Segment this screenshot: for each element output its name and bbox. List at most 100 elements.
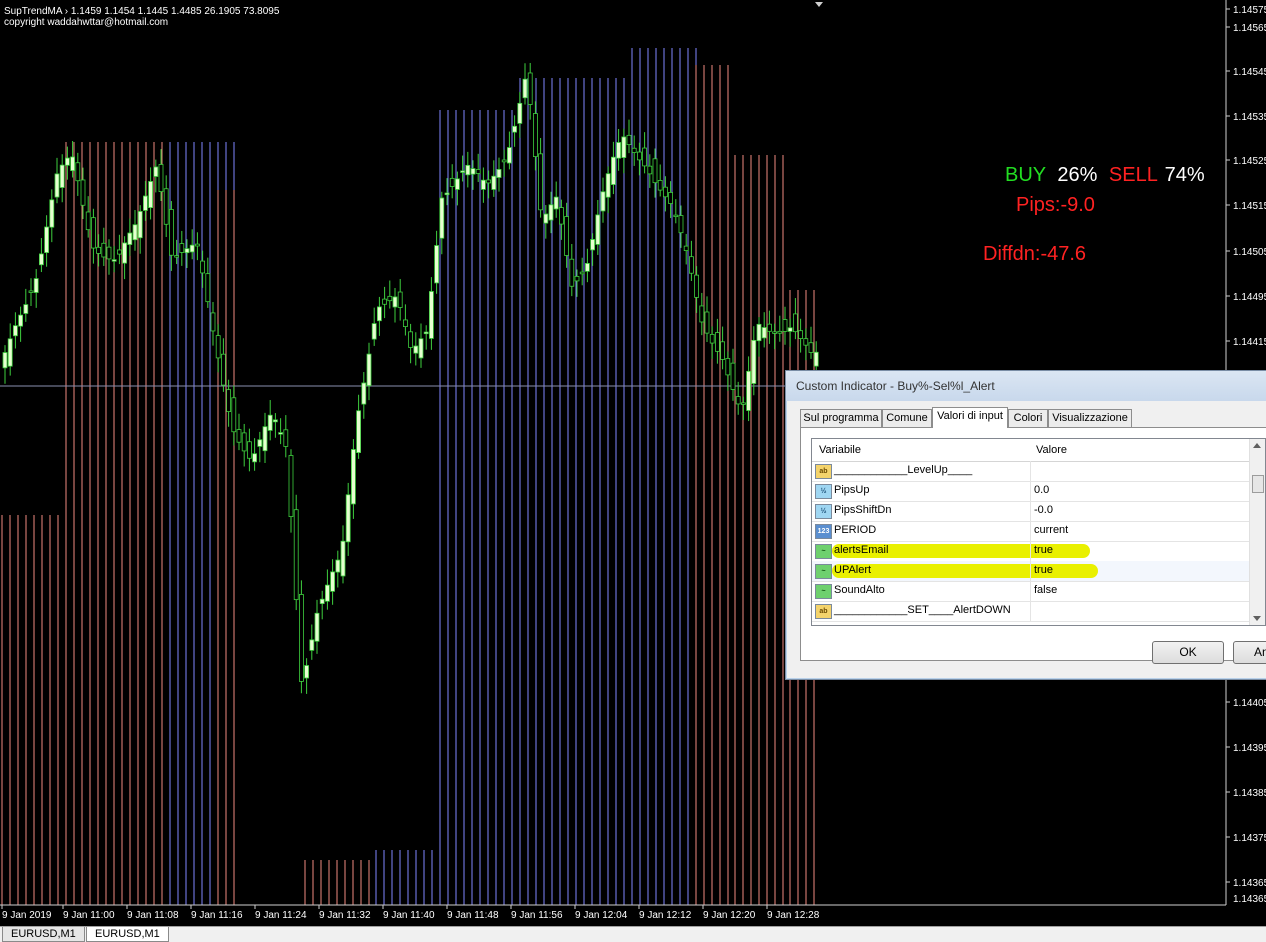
candle-body bbox=[694, 274, 699, 298]
parameter-name: ____________SET____AlertDOWN bbox=[834, 604, 1011, 616]
candle-body bbox=[28, 290, 34, 293]
parameter-row[interactable]: ½ PipsUp 0.0 bbox=[812, 481, 1249, 502]
column-separator bbox=[1030, 461, 1031, 481]
parameter-value[interactable]: current bbox=[1034, 524, 1068, 536]
candle-body bbox=[262, 426, 268, 452]
parameter-value[interactable]: true bbox=[1034, 544, 1053, 556]
parameter-row[interactable]: 123 PERIOD current bbox=[812, 521, 1249, 542]
candle-body bbox=[512, 125, 517, 133]
chart-tab-2[interactable]: EURUSD,M1 bbox=[86, 927, 169, 942]
tab-comune[interactable]: Comune bbox=[882, 409, 932, 427]
candle-body bbox=[75, 162, 81, 182]
candle-body bbox=[184, 248, 190, 254]
tab-sul-programma[interactable]: Sul programma bbox=[800, 409, 882, 427]
candle-body bbox=[122, 242, 127, 264]
candle-body bbox=[605, 173, 611, 198]
candle-body bbox=[574, 276, 580, 282]
parameter-value[interactable]: 0.0 bbox=[1034, 484, 1049, 496]
candle-body bbox=[158, 164, 164, 192]
parameter-row[interactable]: ab ____________SET____AlertDOWN bbox=[812, 601, 1249, 622]
parameter-value[interactable]: -0.0 bbox=[1034, 504, 1053, 516]
tab-valori-di-input[interactable]: Valori di input bbox=[932, 407, 1008, 428]
parameter-row[interactable]: ab ____________LevelUp____ bbox=[812, 461, 1249, 482]
time-axis-label: 9 Jan 11:40 bbox=[383, 910, 435, 921]
grid-scrollbar[interactable] bbox=[1249, 439, 1265, 625]
candle-body bbox=[168, 209, 174, 256]
candle-body bbox=[402, 319, 408, 328]
candle-body bbox=[272, 419, 278, 423]
candle-body bbox=[720, 341, 725, 360]
parameter-row[interactable]: ~ SoundAlto false bbox=[812, 581, 1249, 602]
price-axis-label: 1.14535 bbox=[1233, 112, 1266, 123]
scroll-up-arrow-icon[interactable] bbox=[1253, 443, 1261, 448]
candle-body bbox=[142, 195, 148, 211]
candle-body bbox=[70, 156, 75, 172]
candle-body bbox=[397, 291, 403, 308]
candle-body bbox=[746, 370, 751, 411]
candle-body bbox=[808, 342, 814, 353]
candle-body bbox=[257, 439, 263, 447]
parameters-grid[interactable]: Variabile Valore ab ____________LevelUp__… bbox=[811, 438, 1266, 626]
candle-body bbox=[449, 177, 455, 187]
sell-value: 74% bbox=[1164, 164, 1205, 186]
candle-body bbox=[18, 314, 24, 327]
parameter-row[interactable]: ~ alertsEmail true bbox=[812, 541, 1249, 562]
candle-body bbox=[611, 156, 616, 185]
candle-body bbox=[7, 338, 13, 367]
candle-body bbox=[12, 325, 18, 337]
chart-tab-1[interactable]: EURUSD,M1 bbox=[2, 927, 85, 942]
shift-marker-icon[interactable] bbox=[815, 2, 823, 7]
candle-body bbox=[278, 432, 284, 435]
candle-body bbox=[683, 245, 689, 251]
parameter-row[interactable]: ½ PipsShiftDn -0.0 bbox=[812, 501, 1249, 522]
tab-visualizzazione[interactable]: Visualizzazione bbox=[1048, 409, 1132, 427]
candle-body bbox=[663, 186, 668, 198]
parameter-name: ____________LevelUp____ bbox=[834, 464, 973, 476]
string-type-icon: ab bbox=[815, 464, 832, 479]
candle-body bbox=[548, 204, 554, 221]
custom-indicator-dialog[interactable]: Custom Indicator - Buy%-Sel%l_Alert Sul … bbox=[785, 370, 1266, 680]
parameter-name: PERIOD bbox=[834, 524, 877, 536]
candle-body bbox=[65, 157, 70, 166]
candle-body bbox=[137, 211, 143, 239]
price-axis-label: 1.14565 bbox=[1233, 23, 1266, 34]
parameter-value[interactable]: true bbox=[1034, 564, 1053, 576]
candle-body bbox=[756, 323, 762, 342]
candle-body bbox=[304, 665, 310, 679]
candle-body bbox=[475, 169, 481, 174]
candle-body bbox=[486, 179, 492, 184]
parameter-value[interactable]: false bbox=[1034, 584, 1057, 596]
candle-body bbox=[288, 455, 294, 518]
time-axis-label: 9 Jan 11:08 bbox=[127, 910, 179, 921]
column-separator bbox=[1030, 501, 1031, 521]
candle-body bbox=[179, 243, 185, 253]
sell-label: SELL bbox=[1108, 164, 1158, 186]
candle-body bbox=[480, 179, 486, 190]
candle-body bbox=[319, 598, 325, 605]
candle-body bbox=[777, 330, 783, 334]
candle-body bbox=[215, 335, 221, 359]
candle-body bbox=[23, 304, 29, 314]
scroll-down-arrow-icon[interactable] bbox=[1253, 616, 1261, 621]
candle-body bbox=[642, 147, 647, 167]
candle-body bbox=[517, 102, 523, 124]
parameter-name: PipsShiftDn bbox=[834, 504, 892, 516]
candle-body bbox=[621, 136, 627, 158]
column-value: Valore bbox=[1036, 444, 1067, 456]
cancel-button[interactable]: Ann bbox=[1233, 641, 1266, 664]
candle-body bbox=[579, 271, 585, 275]
price-axis-label: 1.14515 bbox=[1233, 201, 1266, 212]
candle-body bbox=[751, 339, 757, 384]
candle-body bbox=[49, 199, 55, 228]
parameter-name: PipsUp bbox=[834, 484, 870, 496]
price-axis-label: 1.14525 bbox=[1233, 156, 1266, 167]
scroll-thumb[interactable] bbox=[1252, 475, 1264, 493]
price-axis-label: 1.14375 bbox=[1233, 833, 1266, 844]
column-separator bbox=[1030, 541, 1031, 561]
parameter-name: SoundAlto bbox=[834, 584, 885, 596]
parameter-row[interactable]: ~ UPAlert true bbox=[812, 561, 1249, 582]
indicator-header-line: SupTrendMA › 1.1459 1.1454 1.1445 1.4485… bbox=[4, 6, 280, 17]
ok-button[interactable]: OK bbox=[1152, 641, 1224, 664]
candle-body bbox=[715, 332, 720, 352]
tab-colori[interactable]: Colori bbox=[1008, 409, 1048, 427]
